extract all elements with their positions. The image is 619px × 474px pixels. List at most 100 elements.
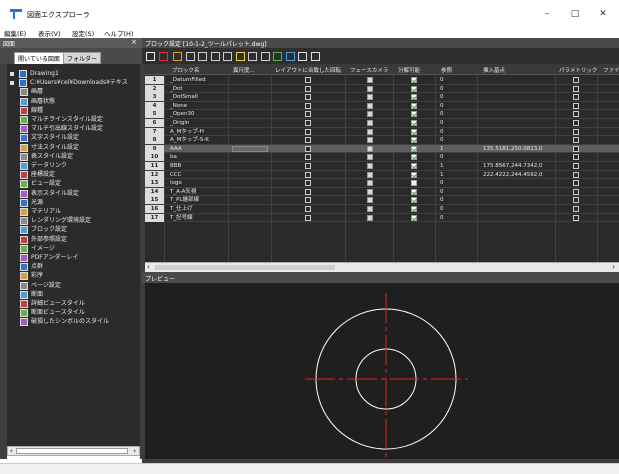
block-name-cell[interactable]: _None <box>170 102 187 110</box>
explodable-checkbox[interactable] <box>411 188 417 195</box>
col-explodable[interactable]: 分解可能 <box>398 66 420 74</box>
block-name-cell[interactable]: A_Mタップ-S-K <box>170 136 209 144</box>
purge-icon[interactable] <box>173 52 182 61</box>
edit-icon[interactable] <box>235 52 245 61</box>
tree-item[interactable]: 画層 <box>7 87 140 97</box>
tree-item[interactable]: 破損したシンボルのスタイル <box>7 317 140 327</box>
tree-item[interactable]: 線種 <box>7 106 140 115</box>
match-layout-checkbox[interactable] <box>305 111 311 118</box>
block-name-cell[interactable]: _DotSmall <box>170 93 198 101</box>
explodable-checkbox[interactable] <box>411 206 417 212</box>
parametric-checkbox[interactable] <box>573 145 579 152</box>
face-camera-checkbox[interactable] <box>367 180 373 187</box>
explodable-checkbox[interactable] <box>411 145 417 152</box>
row-number[interactable]: 15 <box>145 196 164 205</box>
table-row[interactable]: 14 T_A-A矢視 0 <box>145 187 619 197</box>
tree-item[interactable]: ブロック設定 <box>7 225 140 235</box>
parametric-checkbox[interactable] <box>573 154 579 161</box>
menu-help[interactable]: ヘルプ(H) <box>104 28 133 38</box>
parametric-checkbox[interactable] <box>573 206 579 212</box>
face-camera-checkbox[interactable] <box>367 154 373 161</box>
explodable-checkbox[interactable] <box>411 214 417 221</box>
expand-icon[interactable] <box>10 81 14 86</box>
face-camera-checkbox[interactable] <box>367 128 373 135</box>
tree-item[interactable]: 外部参照設定 <box>7 235 140 244</box>
paste3-icon[interactable] <box>260 52 270 61</box>
table-row[interactable]: 7 A_Mタップ-H 0 <box>145 127 619 137</box>
table-row[interactable]: 11 BBB 1 175.8567,244.7342,0 <box>145 162 619 171</box>
table-row[interactable]: 15 T_PL継部線 0 <box>145 196 619 205</box>
face-camera-checkbox[interactable] <box>367 77 373 83</box>
explodable-checkbox[interactable] <box>411 77 417 83</box>
scroll-right-icon[interactable]: › <box>612 263 615 271</box>
table-row[interactable]: 13 logo 0 <box>145 179 619 188</box>
new-icon[interactable] <box>146 52 155 61</box>
tree-item[interactable]: 彩序 <box>7 271 140 281</box>
col-block-name[interactable]: ブロック名 <box>172 66 200 74</box>
match-layout-checkbox[interactable] <box>305 77 311 83</box>
parametric-checkbox[interactable] <box>573 197 579 204</box>
table-row[interactable]: 16 T_仕上げ 0 <box>145 205 619 214</box>
menu-settings[interactable]: 設定(S) <box>72 28 94 38</box>
face-camera-checkbox[interactable] <box>367 171 373 178</box>
parametric-checkbox[interactable] <box>573 128 579 135</box>
grid-view-icon[interactable] <box>298 52 307 61</box>
row-number[interactable]: 3 <box>145 93 164 102</box>
refresh-icon[interactable] <box>273 52 282 61</box>
table-row[interactable]: 1 _DatumFilled 0 <box>145 76 619 85</box>
paste-icon[interactable] <box>198 52 207 61</box>
row-number[interactable]: 5 <box>145 110 164 119</box>
row-number[interactable]: 12 <box>145 170 164 179</box>
parametric-checkbox[interactable] <box>573 111 579 118</box>
tree-item[interactable]: 画層状態 <box>7 97 140 106</box>
match-layout-checkbox[interactable] <box>305 94 311 101</box>
tree-item[interactable]: 文字スタイル設定 <box>7 133 140 143</box>
parametric-checkbox[interactable] <box>573 163 579 169</box>
explodable-checkbox[interactable] <box>411 163 417 169</box>
tree-item[interactable]: データリンク <box>7 161 140 170</box>
tree-item[interactable]: イメージ <box>7 244 140 253</box>
parametric-checkbox[interactable] <box>573 77 579 83</box>
tree-item[interactable]: マテリアル <box>7 207 140 216</box>
explodable-checkbox[interactable] <box>411 154 417 161</box>
minimize-button[interactable]: – <box>537 6 557 22</box>
tree-item[interactable]: ビュー設定 <box>7 179 140 189</box>
match-layout-checkbox[interactable] <box>305 154 311 161</box>
row-number[interactable]: 8 <box>145 136 164 145</box>
tree-horizontal-scrollbar[interactable]: ‹ › <box>7 446 140 456</box>
scroll-left-icon[interactable]: ‹ <box>10 447 13 455</box>
block-name-cell[interactable]: AAA <box>170 145 182 153</box>
table-row[interactable]: 9 AAA 1 135.5181,250.0813,0 <box>145 144 619 154</box>
table-row[interactable]: 12 CCC 1 222.4222,244.4592,0 <box>145 170 619 180</box>
scrollbar-thumb[interactable] <box>155 265 335 270</box>
drawing-tree[interactable]: Drawing1 C:¥Users¥cel¥Downloads¥テキス 画層 画層状態… <box>7 64 140 446</box>
match-layout-checkbox[interactable] <box>305 137 311 144</box>
match-layout-checkbox[interactable] <box>305 145 311 152</box>
match-layout-checkbox[interactable] <box>305 197 311 204</box>
tree-item[interactable]: PDFアンダーレイ <box>7 253 140 262</box>
row-number[interactable]: 11 <box>145 162 164 170</box>
block-name-cell[interactable]: ba <box>170 153 177 161</box>
row-number[interactable]: 13 <box>145 179 164 188</box>
col-annotative[interactable]: 異尺度... <box>233 66 255 74</box>
row-number[interactable]: 16 <box>145 205 164 213</box>
menu-view[interactable]: 表示(V) <box>38 28 61 38</box>
match-layout-checkbox[interactable] <box>305 206 311 212</box>
tab-folders[interactable]: フォルダー <box>63 52 102 64</box>
explodable-checkbox[interactable] <box>411 171 417 178</box>
row-number[interactable]: 14 <box>145 187 164 196</box>
explodable-checkbox[interactable] <box>411 85 417 92</box>
table-row[interactable]: 6 _Origin 0 <box>145 119 619 128</box>
match-layout-checkbox[interactable] <box>305 85 311 92</box>
block-name-cell[interactable]: BBB <box>170 162 181 170</box>
face-camera-checkbox[interactable] <box>367 206 373 212</box>
face-camera-checkbox[interactable] <box>367 137 373 144</box>
table-horizontal-scrollbar[interactable]: ‹ › <box>145 262 619 272</box>
row-number[interactable]: 6 <box>145 119 164 127</box>
delete-icon[interactable] <box>158 52 168 61</box>
parametric-checkbox[interactable] <box>573 85 579 92</box>
tree-item[interactable]: 光源 <box>7 198 140 207</box>
maximize-button[interactable]: □ <box>565 6 585 22</box>
face-camera-checkbox[interactable] <box>367 102 373 109</box>
tree-item[interactable]: 表示スタイル設定 <box>7 189 140 198</box>
